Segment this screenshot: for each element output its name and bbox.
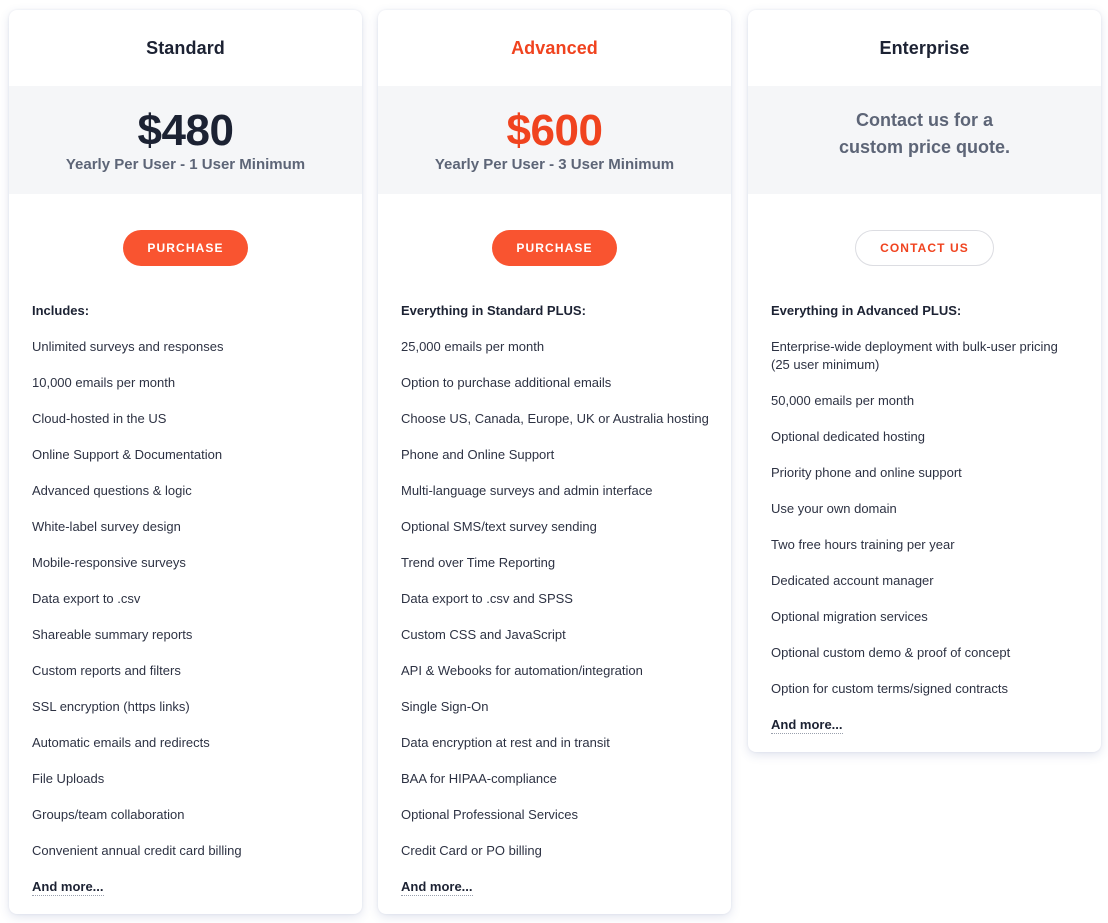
price-quote-text: Contact us for a custom price quote. — [838, 110, 1011, 157]
feature-item: Phone and Online Support — [401, 447, 555, 462]
feature-item: White-label survey design — [32, 519, 181, 534]
features-heading: Everything in Advanced PLUS: — [771, 303, 962, 318]
feature-item: SSL encryption (https links) — [32, 699, 190, 714]
feature-item: Automatic emails and redirects — [32, 735, 210, 750]
plan-name: Enterprise — [879, 37, 970, 58]
feature-item: Dedicated account manager — [771, 573, 934, 588]
feature-item: Groups/team collaboration — [32, 807, 185, 822]
feature-item: Cloud-hosted in the US — [32, 411, 167, 426]
feature-list: Everything in Standard PLUS: 25,000 email… — [378, 302, 731, 896]
and-more-item: And more... — [401, 878, 731, 896]
feature-item: Optional Professional Services — [401, 807, 579, 822]
plan-name: Standard — [146, 37, 225, 58]
feature-item: Choose US, Canada, Europe, UK or Austral… — [401, 411, 709, 426]
feature-item: Two free hours training per year — [771, 537, 955, 552]
and-more-link[interactable]: And more... — [771, 717, 843, 734]
plan-price: $480 — [137, 105, 234, 155]
feature-item: Single Sign-On — [401, 699, 489, 714]
and-more-item: And more... — [32, 878, 362, 896]
feature-item: Shareable summary reports — [32, 627, 193, 642]
feature-item: BAA for HIPAA-compliance — [401, 771, 557, 786]
plan-card-standard: Standard $480 Yearly Per User - 1 User M… — [9, 10, 362, 914]
feature-item: Credit Card or PO billing — [401, 843, 542, 858]
feature-item: API & Webooks for automation/integration — [401, 663, 643, 678]
feature-item: Advanced questions & logic — [32, 483, 192, 498]
feature-item: Data encryption at rest and in transit — [401, 735, 610, 750]
price-note: Yearly Per User - 3 User Minimum — [434, 155, 675, 173]
plan-card-enterprise: Enterprise Contact us for a custom price… — [748, 10, 1101, 752]
feature-item: Option for custom terms/signed contracts — [771, 681, 1008, 696]
price-band: Contact us for a custom price quote. — [748, 86, 1101, 194]
feature-item: Data export to .csv and SPSS — [401, 591, 573, 606]
feature-list: Everything in Advanced PLUS: Enterprise-w… — [748, 302, 1101, 734]
and-more-item: And more... — [771, 716, 1101, 734]
feature-item: File Uploads — [32, 771, 105, 786]
feature-item: Priority phone and online support — [771, 465, 962, 480]
feature-item: Multi-language surveys and admin interfa… — [401, 483, 653, 498]
feature-item: Optional migration services — [771, 609, 928, 624]
feature-item: Online Support & Documentation — [32, 447, 223, 462]
feature-item: Data export to .csv — [32, 591, 141, 606]
contact-us-button[interactable]: CONTACT US — [855, 230, 994, 266]
feature-item: Optional custom demo & proof of concept — [771, 645, 1011, 660]
feature-item: Optional dedicated hosting — [771, 429, 925, 444]
price-note: Yearly Per User - 1 User Minimum — [65, 155, 306, 173]
plan-name: Advanced — [511, 37, 598, 58]
plan-card-advanced: Advanced $600 Yearly Per User - 3 User M… — [378, 10, 731, 914]
feature-item: Convenient annual credit card billing — [32, 843, 242, 858]
price-band: $600 Yearly Per User - 3 User Minimum — [378, 86, 731, 194]
and-more-link[interactable]: And more... — [401, 879, 473, 896]
feature-item: Trend over Time Reporting — [401, 555, 556, 570]
feature-item: 25,000 emails per month — [401, 339, 545, 354]
feature-item: Use your own domain — [771, 501, 897, 516]
and-more-link[interactable]: And more... — [32, 879, 104, 896]
purchase-button[interactable]: PURCHASE — [123, 230, 248, 266]
feature-item: Custom reports and filters — [32, 663, 181, 678]
purchase-button[interactable]: PURCHASE — [492, 230, 617, 266]
features-heading: Everything in Standard PLUS: — [401, 303, 586, 318]
feature-item: Custom CSS and JavaScript — [401, 627, 566, 642]
feature-item: Mobile-responsive surveys — [32, 555, 186, 570]
feature-item: Optional SMS/text survey sending — [401, 519, 597, 534]
feature-list: Includes: Unlimited surveys and responses… — [9, 302, 362, 896]
feature-item: 10,000 emails per month — [32, 375, 176, 390]
price-band: $480 Yearly Per User - 1 User Minimum — [9, 86, 362, 194]
feature-item: Unlimited surveys and responses — [32, 339, 224, 354]
features-heading: Includes: — [32, 303, 90, 318]
feature-item: 50,000 emails per month — [771, 393, 915, 408]
feature-item: Enterprise-wide deployment with bulk-use… — [771, 339, 1058, 372]
plan-price: $600 — [506, 105, 603, 155]
feature-item: Option to purchase additional emails — [401, 375, 612, 390]
